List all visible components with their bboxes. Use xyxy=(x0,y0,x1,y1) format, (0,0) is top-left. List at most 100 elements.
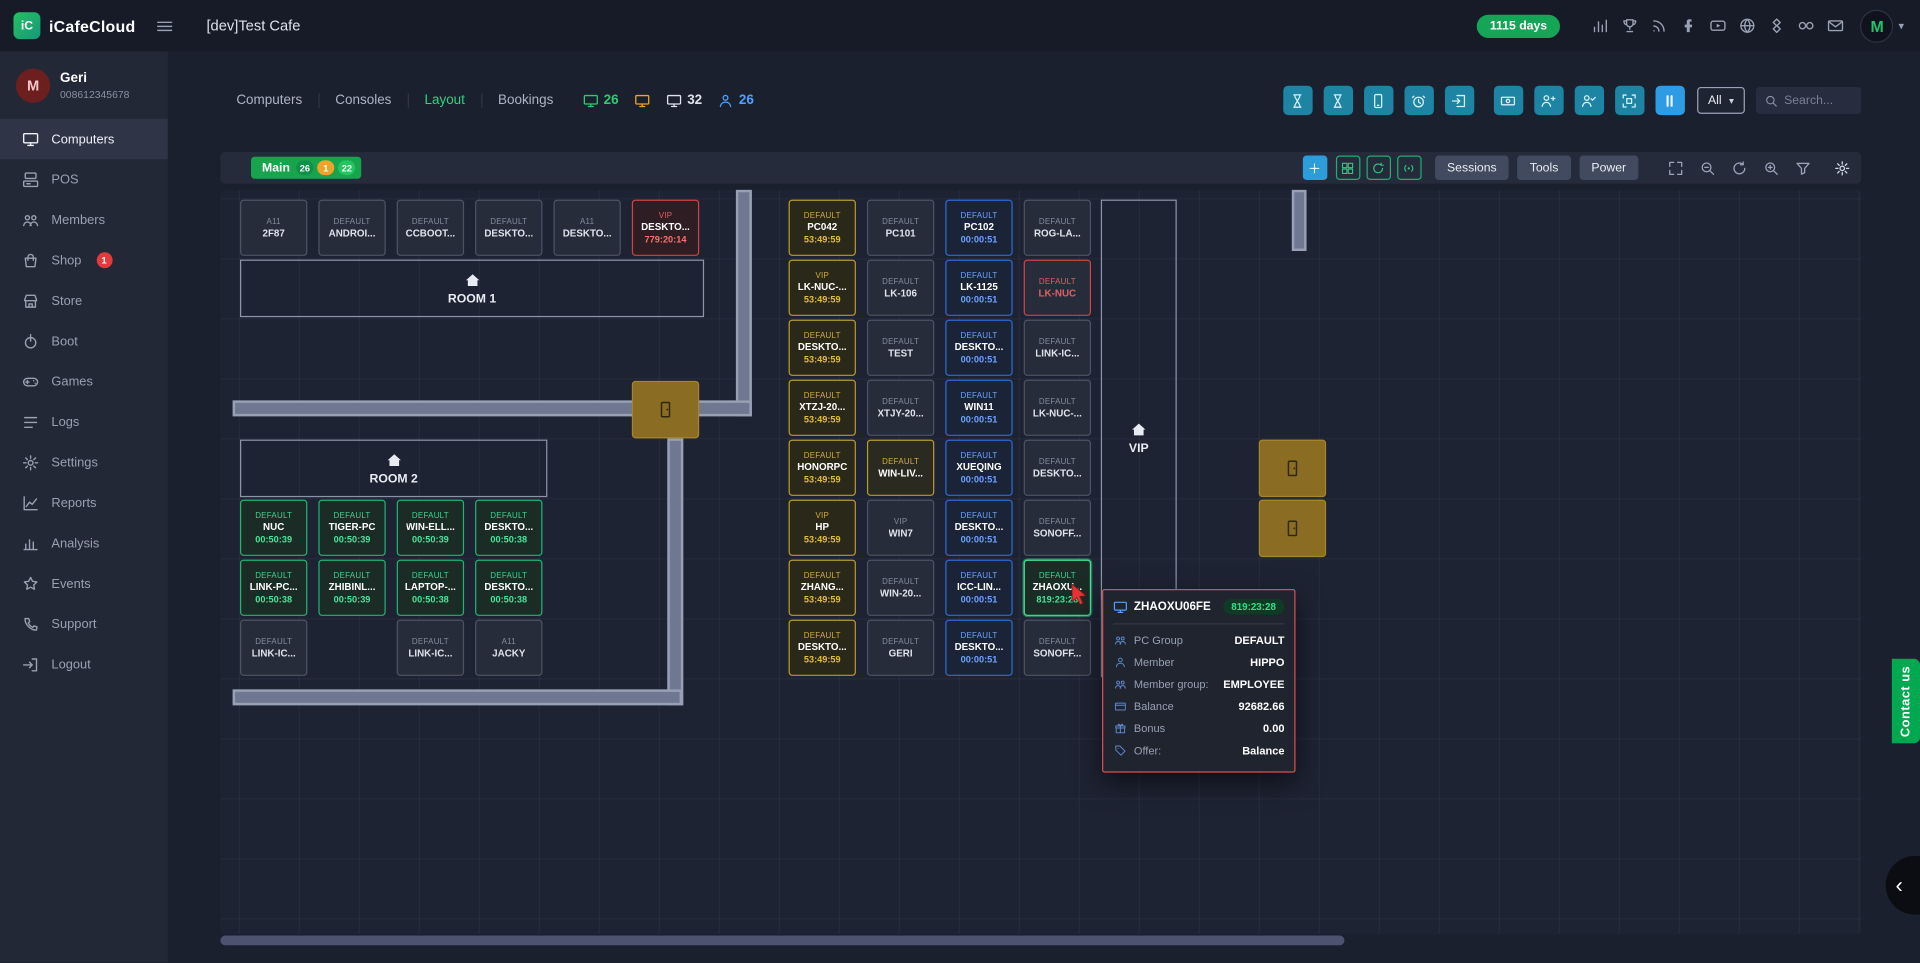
pc-card-sonoff[interactable]: DEFAULTSONOFF... xyxy=(1024,500,1091,556)
chart-link[interactable] xyxy=(1592,17,1609,34)
tools-button[interactable]: Tools xyxy=(1517,156,1570,180)
pc-card-win-ell[interactable]: DEFAULTWIN-ELL...00:50:39 xyxy=(397,500,464,556)
pc-card-win11[interactable]: DEFAULTWIN1100:00:51 xyxy=(945,380,1012,436)
sidebar-item-logout[interactable]: Logout xyxy=(0,644,168,684)
tab-computers[interactable]: Computers xyxy=(220,93,319,108)
facebook-link[interactable] xyxy=(1681,17,1698,34)
pc-card-win-liv[interactable]: DEFAULTWIN-LIV... xyxy=(867,440,934,496)
pc-card-xueqing[interactable]: DEFAULTXUEQING00:00:51 xyxy=(945,440,1012,496)
chat-fab-button[interactable]: ‹ xyxy=(1886,856,1920,915)
cash-register-button[interactable] xyxy=(1494,86,1523,115)
sidebar-item-analysis[interactable]: Analysis xyxy=(0,523,168,563)
sidebar-item-members[interactable]: Members xyxy=(0,200,168,240)
pc-card-zhang[interactable]: DEFAULTZHANG...53:49:59 xyxy=(789,560,856,616)
sidebar-toggle-icon[interactable] xyxy=(155,17,173,35)
add-zone-button[interactable] xyxy=(1302,156,1326,180)
reset-view-button[interactable] xyxy=(1731,160,1747,176)
pc-card-deskto[interactable]: DEFAULTDESKTO...53:49:59 xyxy=(789,320,856,376)
mobile-app-button[interactable] xyxy=(1364,86,1393,115)
refresh-layout-button[interactable] xyxy=(1366,156,1390,180)
mail-link[interactable] xyxy=(1828,17,1845,34)
sidebar-item-events[interactable]: Events xyxy=(0,563,168,603)
pc-card-geri[interactable]: DEFAULTGERI xyxy=(867,620,934,676)
broadcast-button[interactable] xyxy=(1397,156,1421,180)
zone-main-button[interactable]: Main 26122 xyxy=(251,157,362,179)
pc-card-ccboot[interactable]: DEFAULTCCBOOT... xyxy=(397,200,464,256)
checkout-button[interactable] xyxy=(1445,86,1474,115)
fullscreen-button[interactable] xyxy=(1668,160,1684,176)
pc-card-lk-nuc[interactable]: VIPLK-NUC-...53:49:59 xyxy=(789,260,856,316)
pc-card-deskto[interactable]: DEFAULTDESKTO... xyxy=(475,200,542,256)
pc-card-nuc[interactable]: DEFAULTNUC00:50:39 xyxy=(240,500,307,556)
youtube-link[interactable] xyxy=(1710,17,1727,34)
sidebar-item-boot[interactable]: Boot xyxy=(0,321,168,361)
sidebar-item-computers[interactable]: Computers xyxy=(0,119,168,159)
pc-card-xtjy-20[interactable]: DEFAULTXTJY-20... xyxy=(867,380,934,436)
pc-card-link-ic[interactable]: DEFAULTLINK-IC... xyxy=(397,620,464,676)
pc-card-rog-la[interactable]: DEFAULTROG-LA... xyxy=(1024,200,1091,256)
pc-card-hp[interactable]: VIPHP53:49:59 xyxy=(789,500,856,556)
time-offers-button[interactable] xyxy=(1404,86,1433,115)
pc-card-deskto[interactable]: DEFAULTDESKTO...00:00:51 xyxy=(945,320,1012,376)
sidebar-item-games[interactable]: Games xyxy=(0,361,168,401)
horizontal-scrollbar[interactable] xyxy=(220,936,1344,946)
subscription-days-badge[interactable]: 1115 days xyxy=(1476,14,1560,37)
pc-card-lk-nuc[interactable]: DEFAULTLK-NUC-... xyxy=(1024,380,1091,436)
pc-card-2f87[interactable]: A112F87 xyxy=(240,200,307,256)
waiting-sessions-button[interactable] xyxy=(1324,86,1353,115)
pix-link[interactable] xyxy=(1769,17,1786,34)
pc-card-win7[interactable]: VIPWIN7 xyxy=(867,500,934,556)
pc-card-deskto[interactable]: VIPDESKTO...779:20:14 xyxy=(632,200,699,256)
power-button[interactable]: Power xyxy=(1579,156,1638,180)
sidebar-item-pos[interactable]: POS xyxy=(0,159,168,199)
pc-card-lk-106[interactable]: DEFAULTLK-106 xyxy=(867,260,934,316)
tab-bookings[interactable]: Bookings xyxy=(482,93,569,108)
rss-link[interactable] xyxy=(1651,17,1668,34)
pc-card-icc-lin[interactable]: DEFAULTICC-LIN...00:00:51 xyxy=(945,560,1012,616)
pc-card-win-20[interactable]: DEFAULTWIN-20... xyxy=(867,560,934,616)
pc-card-xtzj-20[interactable]: DEFAULTXTZJ-20...53:49:59 xyxy=(789,380,856,436)
pc-card-deskto[interactable]: DEFAULTDESKTO...00:50:38 xyxy=(475,500,542,556)
pc-card-deskto[interactable]: DEFAULTDESKTO... xyxy=(1024,440,1091,496)
verify-member-button[interactable] xyxy=(1575,86,1604,115)
pc-card-link-pc[interactable]: DEFAULTLINK-PC...00:50:38 xyxy=(240,560,307,616)
user-avatar[interactable]: M xyxy=(1861,9,1894,42)
pc-card-deskto[interactable]: A11DESKTO... xyxy=(553,200,620,256)
globe-link[interactable] xyxy=(1739,17,1756,34)
layout-settings-button[interactable] xyxy=(1834,160,1850,176)
sidebar-item-shop[interactable]: Shop1 xyxy=(0,240,168,280)
sessions-button[interactable]: Sessions xyxy=(1435,156,1509,180)
logo[interactable]: iC iCafeCloud xyxy=(0,12,135,39)
waiting-members-button[interactable] xyxy=(1283,86,1312,115)
pc-card-deskto[interactable]: DEFAULTDESKTO...00:50:38 xyxy=(475,560,542,616)
grid-view-button[interactable] xyxy=(1336,156,1360,180)
pc-filter-select[interactable]: All ▾ xyxy=(1697,87,1745,114)
pc-card-pc102[interactable]: DEFAULTPC10200:00:51 xyxy=(945,200,1012,256)
tab-consoles[interactable]: Consoles xyxy=(319,93,408,108)
pc-card-honorpc[interactable]: DEFAULTHONORPC53:49:59 xyxy=(789,440,856,496)
goggles-link[interactable] xyxy=(1798,17,1815,34)
pc-card-tiger-pc[interactable]: DEFAULTTIGER-PC00:50:39 xyxy=(318,500,385,556)
zoom-out-button[interactable] xyxy=(1700,160,1716,176)
chevron-down-icon[interactable]: ▾ xyxy=(1899,19,1905,32)
tab-layout[interactable]: Layout xyxy=(409,93,483,108)
pc-card-link-ic[interactable]: DEFAULTLINK-IC... xyxy=(240,620,307,676)
pc-card-test[interactable]: DEFAULTTEST xyxy=(867,320,934,376)
scan-qr-button[interactable] xyxy=(1615,86,1644,115)
pause-all-button[interactable] xyxy=(1655,86,1684,115)
pc-card-zhibinl[interactable]: DEFAULTZHIBINL...00:50:39 xyxy=(318,560,385,616)
pc-card-sonoff[interactable]: DEFAULTSONOFF... xyxy=(1024,620,1091,676)
pc-card-jacky[interactable]: A11JACKY xyxy=(475,620,542,676)
pc-card-lk-1125[interactable]: DEFAULTLK-112500:00:51 xyxy=(945,260,1012,316)
pc-card-deskto[interactable]: DEFAULTDESKTO...00:00:51 xyxy=(945,620,1012,676)
sidebar-item-logs[interactable]: Logs xyxy=(0,402,168,442)
pc-card-link-ic[interactable]: DEFAULTLINK-IC... xyxy=(1024,320,1091,376)
zoom-in-button[interactable] xyxy=(1763,160,1779,176)
pc-card-laptop[interactable]: DEFAULTLAPTOP-...00:50:38 xyxy=(397,560,464,616)
pc-card-pc042[interactable]: DEFAULTPC04253:49:59 xyxy=(789,200,856,256)
filter-button[interactable] xyxy=(1795,160,1811,176)
contact-us-tab[interactable]: Contact us xyxy=(1892,659,1920,743)
pc-card-androi[interactable]: DEFAULTANDROI... xyxy=(318,200,385,256)
pc-card-deskto[interactable]: DEFAULTDESKTO...00:00:51 xyxy=(945,500,1012,556)
pc-card-pc101[interactable]: DEFAULTPC101 xyxy=(867,200,934,256)
